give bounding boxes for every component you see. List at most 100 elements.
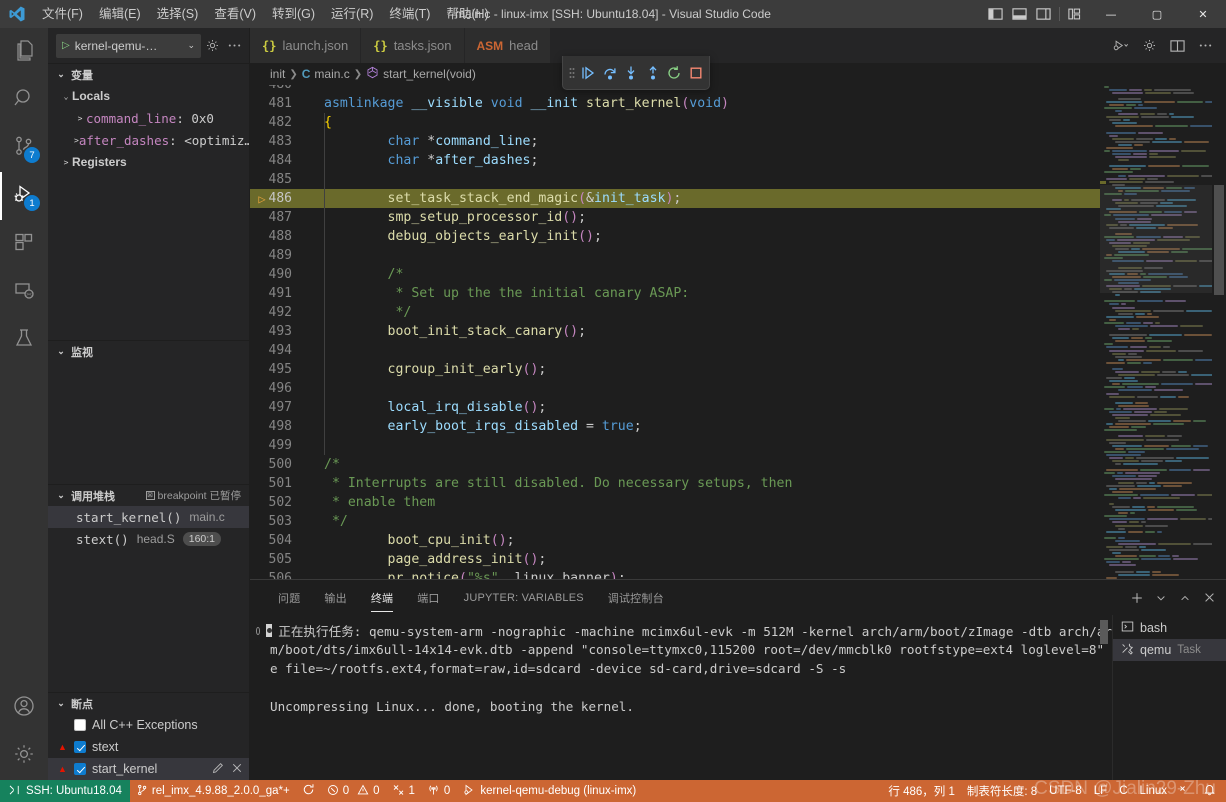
code-line-495[interactable]: 495 cgroup_init_early(); (250, 360, 1226, 379)
menu-run[interactable]: 运行(R) (323, 0, 381, 28)
launch-configuration-dropdown[interactable]: ▷ kernel-qemu-… ⌄ (56, 33, 201, 58)
panel-tab-debug-console[interactable]: 调试控制台 (596, 580, 676, 615)
callstack-section-header[interactable]: ⌄ 调用堆栈 ⊠ breakpoint 已暂停 (48, 484, 249, 506)
code-line-483[interactable]: 483 char *command_line; (250, 132, 1226, 151)
stop-button[interactable] (686, 60, 706, 86)
activity-item-source-control[interactable]: 7 (0, 124, 48, 172)
code-line-486[interactable]: ▷ 486 set_task_stack_end_magic(&init_task… (250, 189, 1226, 208)
activity-item-remote-explorer[interactable]: >< (0, 268, 48, 316)
status-notifications-bell[interactable] (1197, 780, 1222, 802)
status-eol[interactable]: LF (1088, 780, 1113, 802)
code-line-494[interactable]: 494 (250, 341, 1226, 360)
toggle-panel-icon[interactable] (1007, 0, 1031, 28)
code-line-489[interactable]: 489 (250, 246, 1226, 265)
code-line-482[interactable]: 482 { (250, 113, 1226, 132)
menu-view[interactable]: 查看(V) (206, 0, 264, 28)
code-line-492[interactable]: 492 */ (250, 303, 1226, 322)
variables-scope-locals[interactable]: ⌄ Locals (48, 85, 249, 107)
terminal-output[interactable]: 正在执行任务: qemu-system-arm -nographic -mach… (250, 615, 1112, 781)
editor-tab-launch-json[interactable]: {} launch.json (250, 28, 362, 63)
checkbox[interactable] (74, 763, 86, 775)
variable-row-command-line[interactable]: > command_line: 0x0 (48, 107, 249, 129)
status-platform[interactable]: Linux (1134, 780, 1174, 802)
minimap-slider[interactable] (1100, 185, 1212, 293)
checkbox[interactable] (74, 741, 86, 753)
variable-row-after-dashes[interactable]: > after_dashes: <optimiz… (48, 129, 249, 151)
terminal-list-item-bash[interactable]: bash (1113, 617, 1226, 639)
panel-tab-output[interactable]: 输出 (312, 580, 358, 615)
start-debugging-icon[interactable]: ▷ (62, 40, 70, 51)
code-line-497[interactable]: 497 local_irq_disable(); (250, 398, 1226, 417)
breakpoint-row-stext[interactable]: ▲ stext (48, 736, 249, 758)
code-line-499[interactable]: 499 (250, 436, 1226, 455)
status-remote-tunnel[interactable] (1173, 780, 1197, 802)
callstack-frame-stext[interactable]: stext() head.S 160:1 (48, 528, 249, 550)
editor-tab-tasks-json[interactable]: {} tasks.json (361, 28, 465, 63)
restart-button[interactable] (664, 60, 684, 86)
run-dropdown-icon[interactable] (1108, 32, 1134, 60)
scrollbar-thumb[interactable] (1214, 185, 1224, 295)
step-into-button[interactable] (621, 60, 641, 86)
grip-icon[interactable] (566, 65, 577, 81)
terminal-scrollbar-thumb[interactable] (1100, 620, 1108, 644)
breakpoint-marker-icon[interactable]: ▷ (254, 192, 270, 206)
code-line-481[interactable]: 481 asmlinkage __visible void __init star… (250, 94, 1226, 113)
open-launch-json-gear-icon[interactable] (201, 35, 223, 57)
ellipsis-icon[interactable] (1192, 32, 1218, 60)
remote-indicator[interactable]: SSH: Ubuntu18.04 (0, 780, 130, 802)
activity-item-run-and-debug[interactable]: 1 (0, 172, 48, 220)
activity-item-explorer[interactable] (0, 28, 48, 76)
chevron-down-icon[interactable]: ⌄ (187, 40, 195, 51)
variables-section-header[interactable]: ⌄ 变量 (48, 63, 249, 85)
code-line-501[interactable]: 501 * Interrupts are still disabled. Do … (250, 474, 1226, 493)
status-sync[interactable] (296, 780, 321, 802)
editor-scrollbar[interactable] (1212, 85, 1226, 607)
checkbox[interactable] (74, 719, 86, 731)
code-line-493[interactable]: 493 boot_init_stack_canary(); (250, 322, 1226, 341)
editor-tab-head[interactable]: ASM head (464, 28, 552, 63)
code-line-504[interactable]: 504 boot_cpu_init(); (250, 531, 1226, 550)
status-tab-size[interactable]: 制表符长度: 8 (961, 780, 1043, 802)
code-line-496[interactable]: 496 (250, 379, 1226, 398)
activity-item-manage[interactable] (0, 732, 48, 780)
split-editor-icon[interactable] (1164, 32, 1190, 60)
step-over-button[interactable] (600, 60, 620, 86)
status-encoding[interactable]: UTF-8 (1043, 780, 1088, 802)
close-button[interactable]: ✕ (1180, 0, 1226, 28)
status-branch[interactable]: rel_imx_4.9.88_2.0.0_ga*+ (130, 780, 296, 802)
chevron-up-icon[interactable] (1174, 586, 1196, 610)
gear-icon[interactable] (1136, 32, 1162, 60)
toggle-secondary-sidebar-icon[interactable] (1031, 0, 1055, 28)
minimize-button[interactable]: — (1088, 0, 1134, 28)
maximize-button[interactable]: ▢ (1134, 0, 1180, 28)
status-ports[interactable]: 1 (386, 780, 421, 802)
breadcrumb-item-folder[interactable]: init (270, 67, 285, 81)
activity-item-search[interactable] (0, 76, 48, 124)
code-line-491[interactable]: 491 * Set up the the initial canary ASAP… (250, 284, 1226, 303)
terminal-list-item-qemu[interactable]: qemu Task (1113, 639, 1226, 661)
customize-layout-icon[interactable] (1064, 0, 1088, 28)
callstack-frame-start-kernel[interactable]: start_kernel() main.c (48, 506, 249, 528)
watch-section-header[interactable]: ⌄ 监视 (48, 340, 249, 362)
step-out-button[interactable] (643, 60, 663, 86)
continue-button[interactable] (578, 60, 598, 86)
menu-help[interactable]: 帮助(H) (438, 0, 496, 28)
panel-tab-terminal[interactable]: 终端 (359, 580, 405, 615)
close-icon[interactable] (231, 762, 243, 777)
menu-selection[interactable]: 选择(S) (149, 0, 207, 28)
close-icon[interactable] (1198, 586, 1220, 610)
breakpoint-row-all-cpp-exceptions[interactable]: All C++ Exceptions (48, 714, 249, 736)
menu-go[interactable]: 转到(G) (264, 0, 323, 28)
status-radio-tower[interactable]: 0 (421, 780, 456, 802)
toggle-primary-sidebar-icon[interactable] (983, 0, 1007, 28)
breadcrumb-item-symbol[interactable]: start_kernel(void) (383, 67, 476, 81)
menu-terminal[interactable]: 终端(T) (381, 0, 438, 28)
code-line-487[interactable]: 487 smp_setup_processor_id(); (250, 208, 1226, 227)
pencil-icon[interactable] (212, 762, 224, 777)
breakpoint-row-start-kernel[interactable]: ▲ start_kernel (48, 758, 249, 780)
activity-item-accounts[interactable] (0, 684, 48, 732)
status-language-mode[interactable]: C (1113, 780, 1133, 802)
breakpoints-section-header[interactable]: ⌄ 断点 (48, 692, 249, 714)
code-line-488[interactable]: 488 debug_objects_early_init(); (250, 227, 1226, 246)
activity-item-testing[interactable] (0, 316, 48, 364)
